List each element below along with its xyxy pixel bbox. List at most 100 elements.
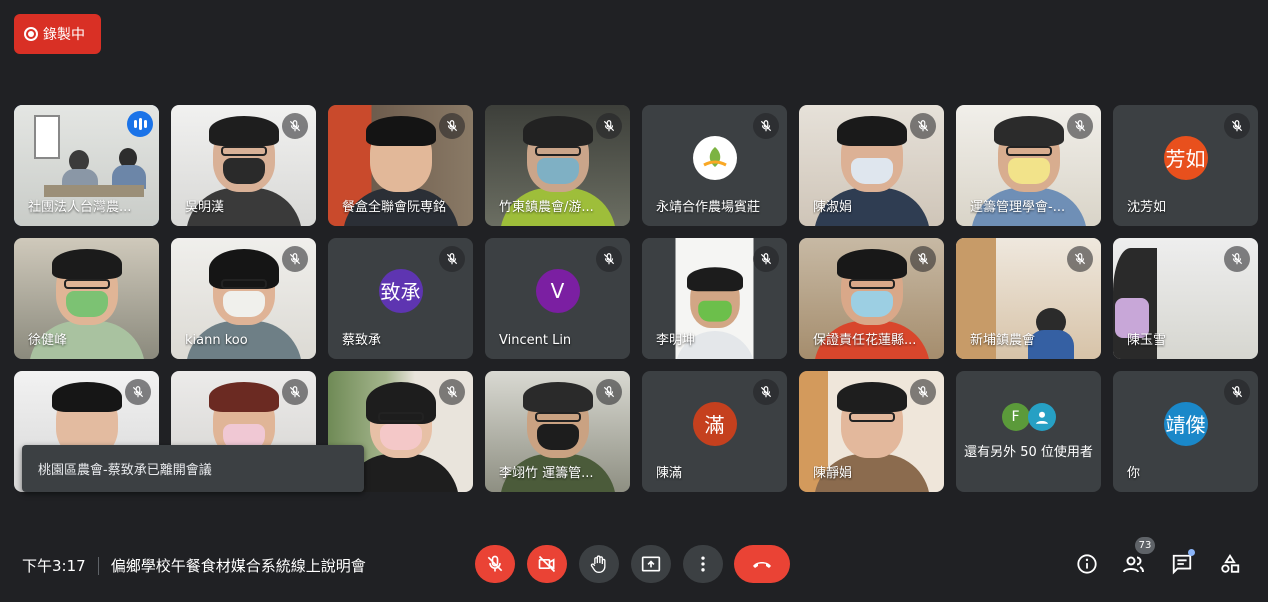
mic-off-icon xyxy=(596,246,622,272)
mic-off-icon xyxy=(282,379,308,405)
participant-tile[interactable]: 吳明漢 xyxy=(171,105,316,226)
participant-name: kiann koo xyxy=(185,333,248,348)
mic-off-icon xyxy=(1067,246,1093,272)
mic-off-icon xyxy=(439,246,465,272)
recording-label: 錄製中 xyxy=(43,27,85,43)
participant-tile[interactable]: 保證責任花蓮縣... xyxy=(799,238,944,359)
participant-tile[interactable]: 芳如 沈芳如 xyxy=(1113,105,1258,226)
participant-tile[interactable]: 陳淑娟 xyxy=(799,105,944,226)
mic-off-icon xyxy=(1067,113,1093,139)
chat-icon xyxy=(1172,554,1192,575)
farm-logo xyxy=(692,135,737,180)
present-button[interactable] xyxy=(631,545,671,583)
participant-name: 你 xyxy=(1127,466,1141,481)
mic-off-icon xyxy=(596,379,622,405)
mic-off-icon xyxy=(1224,113,1250,139)
mic-off-icon xyxy=(596,113,622,139)
participant-name: 蔡致承 xyxy=(342,333,382,348)
participant-tile[interactable]: 徐健峰 xyxy=(14,238,159,359)
people-icon xyxy=(1123,556,1144,573)
participant-name: 陳滿 xyxy=(656,466,683,481)
participant-avatar: 靖傑 xyxy=(1163,401,1208,446)
record-icon xyxy=(24,27,38,41)
participant-tile[interactable]: 李翊竹 運籌管... xyxy=(485,371,630,492)
participant-tile[interactable]: 李明坤 xyxy=(642,238,787,359)
participant-tile[interactable]: 陳靜娟 xyxy=(799,371,944,492)
participant-name: 運籌管理學會-... xyxy=(970,200,1066,215)
raise-hand-button[interactable] xyxy=(579,545,619,583)
speaking-indicator-icon xyxy=(127,111,153,137)
participant-count-badge: 73 xyxy=(1135,537,1155,554)
mic-off-icon xyxy=(910,113,936,139)
participant-tile[interactable]: 竹東鎮農會/游... xyxy=(485,105,630,226)
participant-name: 徐健峰 xyxy=(28,333,68,348)
participant-name: 永靖合作農場賓莊 xyxy=(656,200,761,215)
participant-name: 李翊竹 運籌管... xyxy=(499,466,594,481)
info-icon xyxy=(1077,554,1097,574)
mic-off-icon xyxy=(439,113,465,139)
raise-hand-icon xyxy=(590,555,606,574)
participant-avatar: F xyxy=(1001,403,1030,431)
participant-tile[interactable]: 陳玉雪 xyxy=(1113,238,1258,359)
participant-name: 李明坤 xyxy=(656,333,696,348)
participant-tile[interactable]: 餐盒全聯會阮専銘 xyxy=(328,105,473,226)
participant-avatar: 滿 xyxy=(692,401,737,446)
notification-toast: 桃園區農會-蔡致承已離開會議 xyxy=(22,445,364,492)
leave-call-button[interactable] xyxy=(734,545,790,583)
participant-avatar: V xyxy=(535,268,580,313)
participant-name: 陳靜娟 xyxy=(813,466,853,481)
meeting-details-button[interactable] xyxy=(1074,551,1100,577)
mic-off-icon xyxy=(1224,379,1250,405)
camera-off-icon xyxy=(538,555,556,573)
mic-toggle-button[interactable] xyxy=(475,545,515,583)
participant-grid: 社團法人台灣農... 吳明漢 餐盒全聯會阮専銘 竹東鎮農會/游... 永靖合作農… xyxy=(14,105,1258,492)
participant-name: 沈芳如 xyxy=(1127,200,1167,215)
mic-off-icon xyxy=(753,246,779,272)
toast-message: 桃園區農會-蔡致承已離開會議 xyxy=(38,463,212,478)
mic-off-icon xyxy=(753,379,779,405)
participant-avatar: 芳如 xyxy=(1163,135,1208,180)
camera-toggle-button[interactable] xyxy=(527,545,567,583)
participant-tile[interactable]: 社團法人台灣農... xyxy=(14,105,159,226)
participant-name: 竹東鎮農會/游... xyxy=(499,200,594,215)
mic-off-icon xyxy=(125,379,151,405)
recording-badge[interactable]: 錄製中 xyxy=(14,14,101,54)
participant-tile[interactable]: 運籌管理學會-... xyxy=(956,105,1101,226)
activities-button[interactable] xyxy=(1217,551,1243,577)
mic-off-icon xyxy=(282,246,308,272)
participant-name: 餐盒全聯會阮専銘 xyxy=(342,200,447,215)
participant-tile[interactable]: 致承 蔡致承 xyxy=(328,238,473,359)
present-screen-icon xyxy=(641,556,661,572)
participant-tile[interactable]: 滿 陳滿 xyxy=(642,371,787,492)
self-tile[interactable]: 靖傑 你 xyxy=(1113,371,1258,492)
more-options-icon xyxy=(701,556,705,572)
divider xyxy=(97,556,99,575)
mic-off-icon xyxy=(910,246,936,272)
participant-name: 吳明漢 xyxy=(185,200,225,215)
participant-name: 保證責任花蓮縣... xyxy=(813,333,917,348)
leave-call-icon xyxy=(753,562,771,568)
meeting-title[interactable]: 偏鄉學校午餐食材媒合系統線上說明會 xyxy=(111,555,366,576)
participant-tile[interactable]: kiann koo xyxy=(171,238,316,359)
mic-off-icon xyxy=(753,113,779,139)
participant-avatar: 致承 xyxy=(378,268,423,313)
mic-off-icon xyxy=(487,555,503,572)
participants-button[interactable] xyxy=(1121,551,1147,577)
mic-off-icon xyxy=(439,379,465,405)
participant-name: 新埔鎮農會 xyxy=(970,333,1036,348)
meeting-info: 下午3:17 偏鄉學校午餐食材媒合系統線上說明會 xyxy=(22,555,366,576)
meeting-time: 下午3:17 xyxy=(22,557,86,575)
person-icon xyxy=(1027,403,1056,431)
participant-tile[interactable]: V Vincent Lin xyxy=(485,238,630,359)
participant-tile[interactable]: 新埔鎮農會 xyxy=(956,238,1101,359)
mic-off-icon xyxy=(910,379,936,405)
mic-off-icon xyxy=(282,113,308,139)
chat-notification-dot xyxy=(1188,549,1195,556)
participant-name: 社團法人台灣農... xyxy=(28,200,132,215)
participant-name: 陳淑娟 xyxy=(813,200,853,215)
participant-tile[interactable]: 永靖合作農場賓莊 xyxy=(642,105,787,226)
participant-name: Vincent Lin xyxy=(499,333,572,348)
more-participants-tile[interactable]: F 還有另外 50 位使用者 xyxy=(956,371,1101,492)
more-participants-label: 還有另外 50 位使用者 xyxy=(964,445,1093,460)
more-options-button[interactable] xyxy=(683,545,723,583)
